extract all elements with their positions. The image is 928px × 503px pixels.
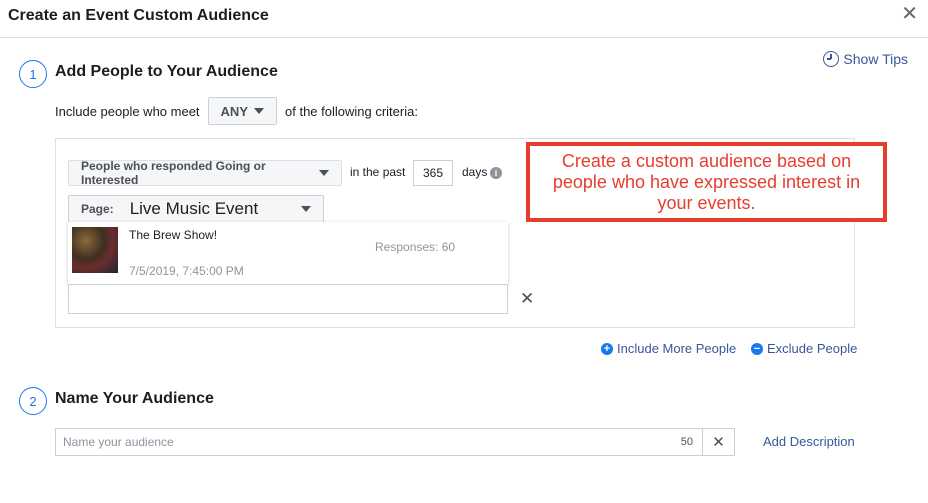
caret-down-icon bbox=[319, 170, 329, 176]
remove-rule-icon[interactable]: ✕ bbox=[520, 290, 534, 307]
annotation-callout: Create a custom audience based on people… bbox=[526, 142, 887, 222]
match-type-dropdown[interactable]: ANY bbox=[207, 97, 277, 125]
minus-circle-icon: − bbox=[751, 342, 763, 355]
event-engagement-dropdown[interactable]: People who responded Going or Interested bbox=[68, 159, 342, 187]
show-tips-link[interactable]: Show Tips bbox=[823, 51, 908, 67]
char-count: 50 bbox=[680, 436, 693, 448]
step-1-title: Add People to Your Audience bbox=[55, 63, 278, 80]
page-selector[interactable]: Page: Live Music Event bbox=[68, 195, 324, 223]
clear-name-icon[interactable]: ✕ bbox=[702, 429, 734, 455]
criteria-line: Include people who meet ANY of the follo… bbox=[55, 97, 418, 125]
event-thumbnail bbox=[72, 227, 118, 273]
step-1-indicator: 1 bbox=[19, 60, 47, 88]
show-tips-label: Show Tips bbox=[843, 51, 908, 67]
event-suggestion-item[interactable]: The Brew Show! 7/5/2019, 7:45:00 PM Resp… bbox=[68, 222, 508, 284]
callout-line: people who have expressed interest in bbox=[552, 171, 861, 192]
plus-circle-icon: + bbox=[601, 342, 613, 355]
include-prefix: Include people who meet bbox=[55, 103, 200, 119]
step-2-indicator: 2 bbox=[19, 387, 47, 415]
event-name: The Brew Show! bbox=[129, 228, 218, 242]
retention-days-input[interactable]: 365 bbox=[413, 160, 453, 186]
clock-icon bbox=[823, 51, 840, 67]
step-2-title: Name Your Audience bbox=[55, 390, 214, 407]
in-the-past-label: in the past bbox=[350, 165, 406, 179]
event-engagement-value: People who responded Going or Interested bbox=[81, 159, 266, 187]
page-label: Page: bbox=[81, 202, 114, 216]
exclude-label: Exclude People bbox=[767, 341, 858, 356]
event-date: 7/5/2019, 7:45:00 PM bbox=[129, 264, 244, 278]
dialog-header: Create an Event Custom Audience ✕ bbox=[0, 0, 928, 38]
audience-name-field: 50 ✕ bbox=[55, 428, 735, 456]
close-icon[interactable]: ✕ bbox=[901, 4, 918, 24]
event-responses: Responses: 60 bbox=[375, 240, 456, 254]
callout-line: Create a custom audience based on bbox=[561, 150, 852, 171]
caret-down-icon bbox=[254, 108, 264, 114]
include-more-label: Include More People bbox=[617, 341, 737, 356]
page-value: Live Music Event bbox=[129, 199, 259, 218]
caret-down-icon bbox=[301, 206, 311, 212]
match-type-value: ANY bbox=[220, 103, 248, 119]
include-suffix: of the following criteria: bbox=[285, 103, 418, 119]
audience-name-input[interactable] bbox=[56, 429, 672, 455]
add-description-link[interactable]: Add Description bbox=[763, 434, 855, 449]
include-more-people-link[interactable]: + Include More People bbox=[601, 341, 736, 356]
days-label: days bbox=[462, 165, 488, 179]
event-search-input[interactable] bbox=[68, 284, 508, 314]
info-icon[interactable]: i bbox=[490, 167, 502, 179]
callout-line: your events. bbox=[657, 192, 756, 213]
exclude-people-link[interactable]: − Exclude People bbox=[751, 341, 857, 356]
dialog-title: Create an Event Custom Audience bbox=[8, 7, 269, 24]
